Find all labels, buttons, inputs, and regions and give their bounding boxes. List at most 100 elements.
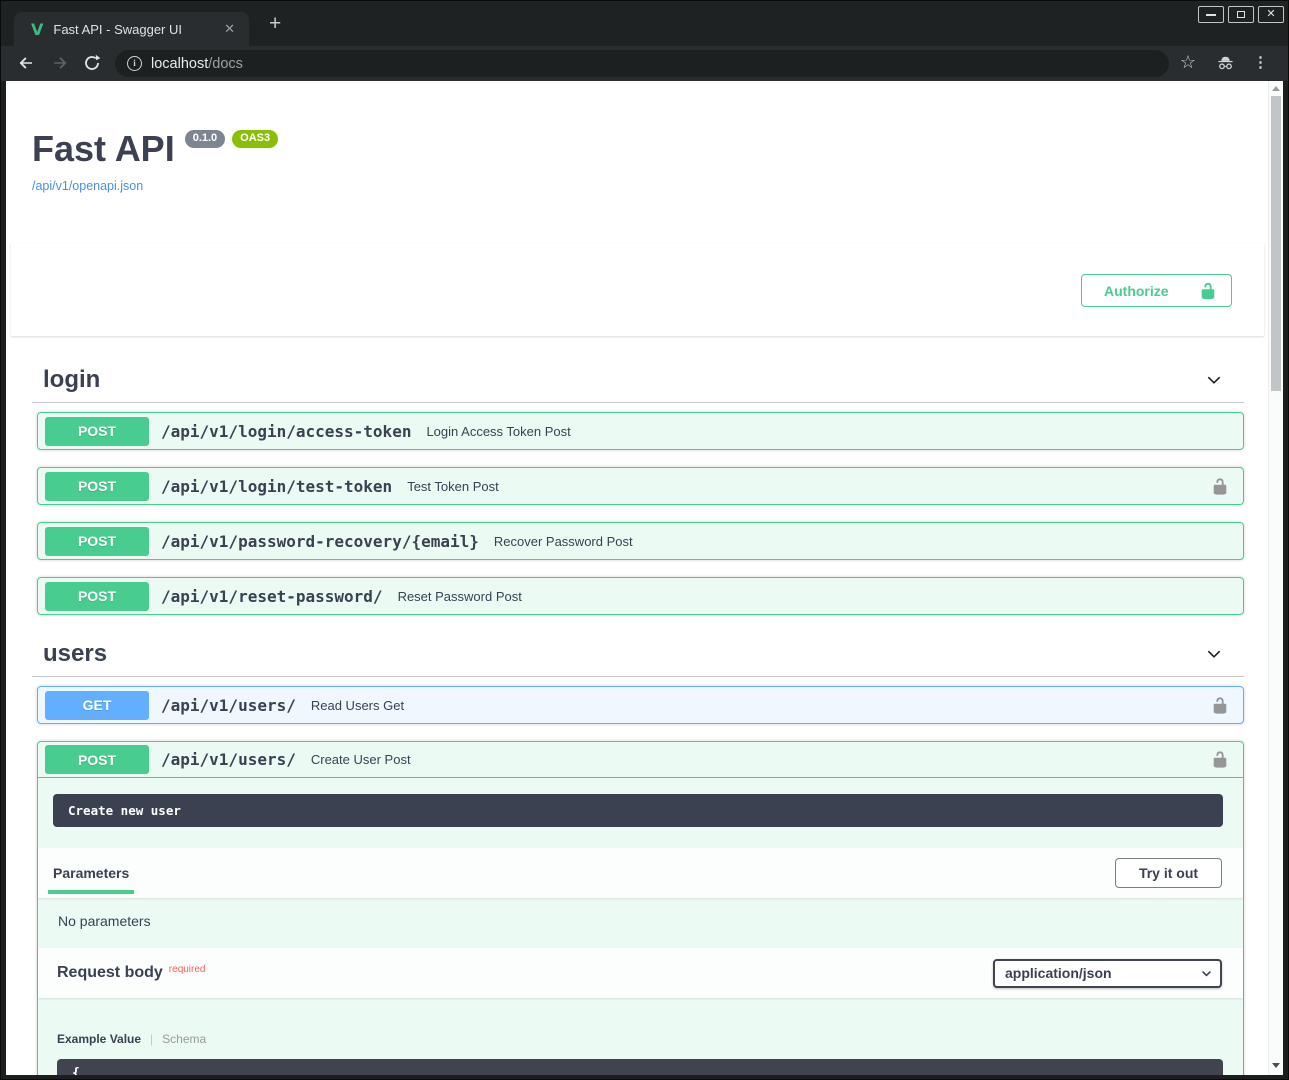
method-badge: POST <box>45 417 149 446</box>
example-tabs: Example Value | Schema <box>57 1032 1223 1046</box>
incognito-icon <box>1215 53 1236 73</box>
openapi-spec-link[interactable]: /api/v1/openapi.json <box>32 179 143 193</box>
reload-icon[interactable] <box>83 54 101 72</box>
new-tab-button[interactable]: + <box>265 14 285 34</box>
endpoint-path: /api/v1/password-recovery/{email} <box>161 532 479 551</box>
minimize-icon <box>1206 14 1216 16</box>
example-value-tab[interactable]: Example Value <box>57 1032 141 1046</box>
page-title: Fast API0.1.0OAS3 <box>32 127 1244 170</box>
opblock-body: Create new user Parameters Try it out No… <box>38 794 1243 1075</box>
window-controls: ✕ <box>1198 6 1284 23</box>
page-scrollbar[interactable] <box>1268 81 1283 1075</box>
endpoint-summary: Recover Password Post <box>494 534 633 549</box>
endpoint-path: /api/v1/reset-password/ <box>161 587 383 606</box>
forward-icon[interactable] <box>51 54 69 72</box>
chevron-down-icon[interactable] <box>1204 370 1224 390</box>
tag-title: users <box>43 640 107 668</box>
scrollbar-up-arrow-icon[interactable] <box>1272 86 1280 91</box>
endpoint-path: /api/v1/users/ <box>161 696 296 715</box>
media-type-select-wrap: application/json <box>993 959 1222 988</box>
endpoint-summary: Reset Password Post <box>398 589 522 604</box>
unlocked-padlock-icon <box>1199 282 1217 300</box>
opblock-row: POST /api/v1/reset-password/ Reset Passw… <box>37 577 1244 615</box>
endpoint-path: /api/v1/login/access-token <box>161 422 411 441</box>
opblock-row: POST /api/v1/login/access-token Login Ac… <box>37 412 1244 450</box>
api-sections: login POST /api/v1/login/access-token Lo… <box>6 358 1270 1075</box>
endpoint-summary: Create User Post <box>311 752 411 767</box>
opblock-list: POST /api/v1/login/access-token Login Ac… <box>32 412 1244 615</box>
bookmark-star-icon[interactable]: ☆ <box>1180 52 1196 73</box>
swagger-page: Fast API0.1.0OAS3 /api/v1/openapi.json A… <box>6 81 1270 1075</box>
browser-tab-bar: V Fast API - Swagger UI ✕ + ✕ <box>1 1 1288 46</box>
unlocked-padlock-icon <box>1211 750 1229 769</box>
endpoint-summary: Test Token Post <box>407 479 499 494</box>
url-host: localhost <box>151 56 208 72</box>
example-code-block: { <box>57 1059 1223 1075</box>
operation-description: Create new user <box>53 794 1223 827</box>
try-it-out-button[interactable]: Try it out <box>1115 858 1222 888</box>
back-icon[interactable] <box>17 54 35 72</box>
authorize-button[interactable]: Authorize <box>1081 274 1232 307</box>
endpoint-summary: Read Users Get <box>311 698 404 713</box>
unlocked-padlock-icon <box>1211 477 1229 496</box>
parameters-tab: Parameters <box>48 848 134 898</box>
address-bar[interactable]: i localhost/docs <box>115 50 1169 77</box>
maximize-icon <box>1237 11 1245 18</box>
tab-title: Fast API - Swagger UI <box>53 22 214 37</box>
model-example: Example Value | Schema { <box>38 998 1243 1075</box>
opblock-row: POST /api/v1/password-recovery/{email} R… <box>37 522 1244 560</box>
minimize-button[interactable] <box>1198 6 1224 23</box>
required-label: required <box>169 964 206 975</box>
method-badge: GET <box>45 691 149 720</box>
endpoint-path: /api/v1/login/test-token <box>161 477 392 496</box>
tag-section: login POST /api/v1/login/access-token Lo… <box>32 358 1244 615</box>
opblock-summary[interactable]: POST /api/v1/login/test-token Test Token… <box>38 468 1243 504</box>
scrollbar-down-arrow-icon[interactable] <box>1272 1063 1280 1068</box>
opblock-summary[interactable]: POST /api/v1/login/access-token Login Ac… <box>38 413 1243 449</box>
unlocked-padlock-icon <box>1211 696 1229 715</box>
site-favicon-icon: V <box>31 20 43 39</box>
opblock-summary[interactable]: POST /api/v1/users/ Create User Post <box>38 742 1243 778</box>
endpoint-summary: Login Access Token Post <box>426 424 570 439</box>
tag-header[interactable]: users <box>32 632 1244 677</box>
auth-lock-button[interactable] <box>1211 750 1229 769</box>
opblock-summary[interactable]: GET /api/v1/users/ Read Users Get <box>38 687 1243 723</box>
opblock-summary[interactable]: POST /api/v1/reset-password/ Reset Passw… <box>38 578 1243 614</box>
parameters-header: Parameters Try it out <box>38 848 1243 898</box>
media-type-select[interactable]: application/json <box>993 959 1222 988</box>
tab-close-icon[interactable]: ✕ <box>220 19 239 39</box>
api-info: Fast API0.1.0OAS3 /api/v1/openapi.json <box>32 81 1244 195</box>
auth-lock-button[interactable] <box>1211 696 1229 715</box>
method-badge: POST <box>45 582 149 611</box>
schema-tab[interactable]: Schema <box>162 1032 206 1046</box>
tag-title: login <box>43 366 100 394</box>
request-body-label: Request body <box>57 964 163 982</box>
opblock-row: POST /api/v1/users/ Create User Post Cre… <box>37 741 1244 1075</box>
url-text: localhost/docs <box>151 56 243 72</box>
method-badge: POST <box>45 472 149 501</box>
scrollbar-thumb[interactable] <box>1271 96 1281 391</box>
url-path: /docs <box>208 56 243 72</box>
browser-window: V Fast API - Swagger UI ✕ + ✕ i localhos… <box>0 0 1289 1080</box>
browser-menu-icon[interactable]: ⋮ <box>1253 53 1268 71</box>
oas-badge: OAS3 <box>232 130 278 148</box>
browser-tab[interactable]: V Fast API - Swagger UI ✕ <box>14 12 249 46</box>
chevron-down-icon[interactable] <box>1204 644 1224 664</box>
tag-header[interactable]: login <box>32 358 1244 403</box>
close-icon: ✕ <box>1266 9 1275 20</box>
endpoint-path: /api/v1/users/ <box>161 750 296 769</box>
opblock-list: GET /api/v1/users/ Read Users Get POST /… <box>32 686 1244 1075</box>
site-info-icon[interactable]: i <box>127 56 142 71</box>
close-button[interactable]: ✕ <box>1258 6 1284 23</box>
tab-separator: | <box>150 1032 153 1046</box>
browser-toolbar: i localhost/docs ☆ ⋮ <box>1 46 1288 81</box>
auth-lock-button[interactable] <box>1211 477 1229 496</box>
opblock-row: GET /api/v1/users/ Read Users Get <box>37 686 1244 724</box>
method-badge: POST <box>45 527 149 556</box>
maximize-button[interactable] <box>1228 6 1254 23</box>
scheme-container: Authorize <box>11 243 1264 336</box>
tag-section: users GET /api/v1/users/ Read Users Get … <box>32 632 1244 1075</box>
method-badge: POST <box>45 745 149 774</box>
opblock-summary[interactable]: POST /api/v1/password-recovery/{email} R… <box>38 523 1243 559</box>
version-badge: 0.1.0 <box>185 130 225 148</box>
